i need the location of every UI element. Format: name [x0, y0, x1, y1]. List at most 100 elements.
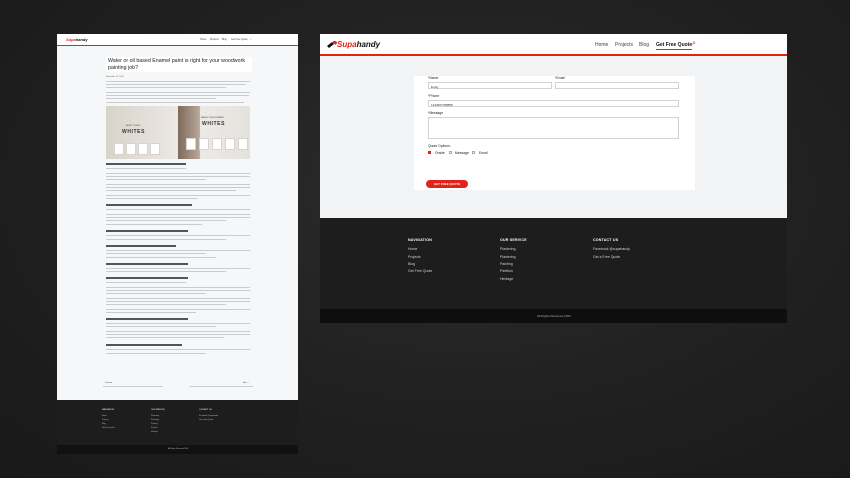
footer-link[interactable]: Facebook @supahandy	[199, 415, 218, 417]
hero-left-caption: MOST LOVED	[126, 125, 141, 127]
text-line	[106, 98, 216, 100]
footer-contact-heading: CONTACT US	[593, 238, 619, 242]
name-input[interactable]: Emily	[428, 82, 552, 89]
message-label: *Message	[428, 111, 444, 115]
nav-quote-link[interactable]: Get Free Quote	[656, 42, 693, 50]
section-heading	[106, 163, 186, 165]
option-onsite-checkbox[interactable]	[428, 151, 431, 154]
footer-link[interactable]: Partition	[500, 269, 513, 273]
paint-swatch	[186, 138, 196, 150]
paint-swatch	[150, 143, 160, 155]
section-heading	[106, 318, 188, 320]
paint-swatch	[138, 143, 148, 155]
footer-link[interactable]: Plastering	[151, 419, 159, 421]
option-email-label: Email	[479, 150, 488, 155]
footer-link[interactable]: Heritage	[151, 431, 158, 433]
footer-link[interactable]: Get Free Quote	[408, 269, 432, 273]
quote-form-card: *Name Emily *Email *Phone 1234567788888 …	[414, 76, 695, 190]
post-date: November 19, 2024	[106, 76, 124, 78]
section-heading	[106, 277, 188, 279]
footer-link[interactable]: Get Free Quote	[102, 427, 114, 429]
section-heading	[106, 245, 176, 247]
previous-post-link[interactable]: ← Previous	[103, 382, 112, 384]
hero-right-caption: NEWLY DISCOVERED	[201, 117, 224, 119]
section-heading	[106, 204, 192, 206]
header: Supahandy Home Projects Blog Get Free Qu…	[57, 34, 298, 45]
footer-nav-heading: NAVIGATION	[102, 409, 115, 411]
email-input[interactable]	[555, 82, 679, 89]
paint-brush-icon	[327, 41, 337, 48]
footer-service-heading: OUR SERVICE	[151, 409, 165, 411]
footer-link[interactable]: Projects	[102, 419, 109, 421]
text-line	[106, 102, 244, 104]
search-icon[interactable]: ⌕	[692, 40, 696, 48]
text-line	[106, 87, 226, 89]
header-divider	[57, 45, 298, 46]
nav-blog-link[interactable]: Blog	[639, 42, 649, 48]
nav-projects-link[interactable]: Projects	[210, 38, 219, 41]
paint-swatch	[225, 138, 235, 150]
footer-link[interactable]: Plastering	[500, 247, 516, 251]
name-label: *Name	[428, 76, 439, 80]
phone-input[interactable]: 1234567788888	[428, 100, 679, 107]
footer-link[interactable]: Get a Free Quote	[593, 255, 620, 259]
phone-label: *Phone	[428, 94, 440, 98]
nav-projects-link[interactable]: Projects	[615, 42, 633, 48]
copyright-bar: All Rights Reserved 2024	[57, 445, 298, 454]
footer-link[interactable]: Heritage	[500, 277, 513, 281]
next-post-link[interactable]: Next →	[243, 382, 249, 384]
copyright-bar: All Rights Reserved 2024	[320, 309, 787, 323]
copyright-text: All Rights Reserved 2024	[537, 314, 571, 318]
paint-swatch	[126, 143, 136, 155]
footer-link[interactable]: Home	[408, 247, 417, 251]
footer-link[interactable]: Blog	[102, 423, 106, 425]
paint-swatch	[212, 138, 222, 150]
section-heading	[106, 230, 188, 232]
text-line	[106, 95, 249, 97]
footer-link[interactable]: Partition	[151, 427, 158, 429]
footer-link[interactable]: Facebook @supahandy	[593, 247, 630, 251]
copyright-text: All Rights Reserved 2024	[168, 448, 189, 450]
get-free-quote-button[interactable]: GET FREE QUOTE	[426, 180, 468, 188]
footer-link[interactable]: Blog	[408, 262, 415, 266]
blog-page-preview: Supahandy Home Projects Blog Get Free Qu…	[57, 34, 298, 454]
paint-swatch	[114, 143, 124, 155]
footer-contact-heading: CONTACT US	[199, 409, 212, 411]
footer-link[interactable]: Projects	[408, 255, 421, 259]
footer-link[interactable]: Painting	[500, 262, 513, 266]
footer-link[interactable]: Get a Free Quote	[199, 419, 213, 421]
logo: Supahandy	[66, 37, 88, 42]
message-textarea[interactable]	[428, 117, 679, 139]
search-icon[interactable]: ⌕	[250, 38, 251, 41]
option-email-checkbox[interactable]	[472, 151, 475, 154]
footer-service-heading: OUR SERVICE	[500, 238, 527, 242]
option-onsite-label: Onsite	[435, 150, 445, 155]
hero-image: MOST LOVED WHITES NEWLY DISCOVERED WHITE…	[106, 106, 250, 159]
email-label: *Email	[555, 76, 565, 80]
footer-link[interactable]: Home	[102, 415, 107, 417]
quote-options-label: Quote Options:	[428, 144, 451, 148]
option-message-checkbox[interactable]	[449, 151, 452, 154]
footer-link[interactable]: Painting	[151, 423, 158, 425]
nav-home-link[interactable]: Home	[595, 42, 608, 48]
section-heading	[106, 263, 188, 265]
paint-swatch	[199, 138, 209, 150]
footer-nav-heading: NAVIGATION	[408, 238, 433, 242]
paint-swatch	[238, 138, 248, 150]
post-title: Water or oil based Enamel paint is right…	[106, 57, 252, 73]
nav-home-link[interactable]: Home	[200, 38, 206, 41]
text-line	[106, 81, 250, 83]
text-line	[106, 84, 246, 86]
nav-blog-link[interactable]: Blog	[222, 38, 227, 41]
footer-link[interactable]: Plastering	[500, 255, 516, 259]
nav-quote-link[interactable]: Get Free Quote	[231, 38, 248, 41]
footer: NAVIGATION Home Projects Blog Get Free Q…	[320, 218, 787, 309]
hero-right-big: WHITES	[202, 121, 226, 127]
section-heading	[106, 344, 182, 346]
text-line	[106, 92, 250, 94]
option-message-label: Message	[455, 150, 469, 155]
quote-page-preview: Supahandy Home Projects Blog Get Free Qu…	[320, 34, 787, 323]
hero-left-big: WHITES	[122, 129, 146, 135]
logo: Supahandy	[337, 40, 381, 49]
footer-link[interactable]: Plastering	[151, 415, 159, 417]
